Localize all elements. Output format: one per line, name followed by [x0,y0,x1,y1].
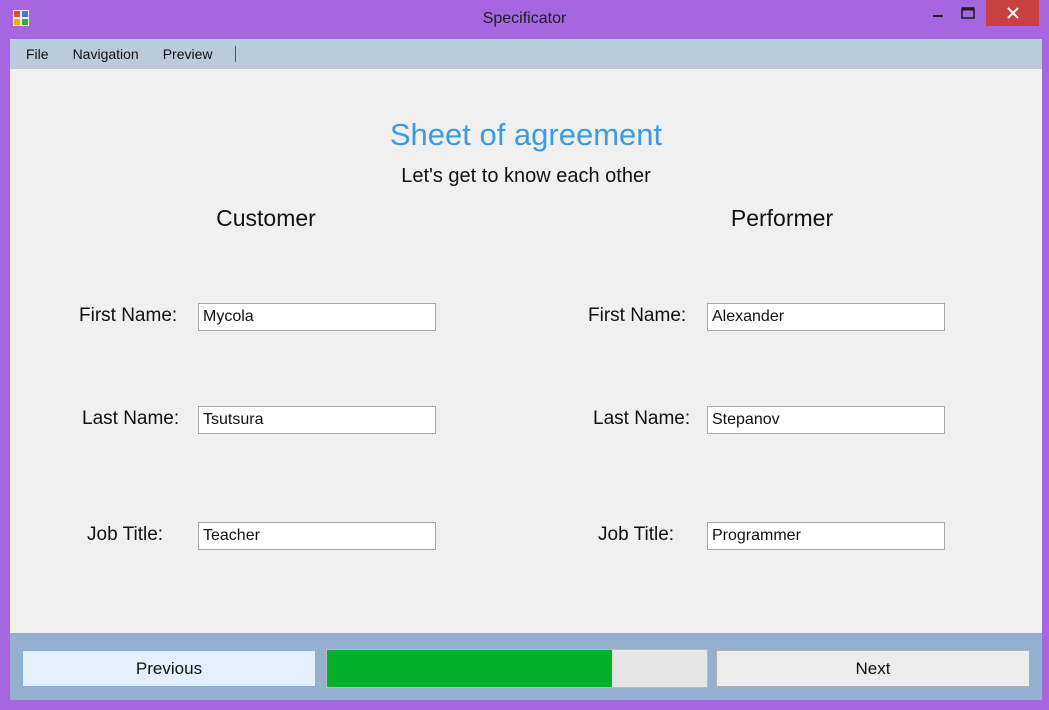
customer-job-title-label: Job Title: [87,524,164,545]
performer-first-name-label: First Name: [588,305,687,326]
next-button[interactable]: Next [716,650,1030,687]
page-subtitle: Let's get to know each other [401,165,651,187]
menu-preview[interactable]: Preview [151,46,225,62]
performer-first-name-field[interactable] [707,303,945,331]
menu-separator [234,46,236,62]
title-bar[interactable]: Specificator [0,0,1049,39]
menu-navigation[interactable]: Navigation [61,46,151,62]
navigation-bar: Previous Next [10,633,1042,700]
app-window: Specificator File Navigation Preview She… [0,0,1049,710]
performer-last-name-field[interactable] [707,406,945,434]
form-panel: Sheet of agreement Let's get to know eac… [10,69,1042,633]
minimize-button[interactable] [925,0,951,26]
menu-file[interactable]: File [10,46,61,62]
performer-job-title-field[interactable] [707,522,945,550]
maximize-button[interactable] [955,0,981,26]
close-icon [1006,7,1019,19]
performer-last-name-label: Last Name: [593,408,691,429]
customer-job-title-field[interactable] [198,522,436,550]
performer-job-title-label: Job Title: [598,524,675,545]
previous-button[interactable]: Previous [22,650,316,687]
customer-first-name-label: First Name: [79,305,178,326]
progress-fill [327,650,612,687]
customer-heading: Customer [216,205,316,231]
window-title: Specificator [482,10,567,27]
page-title: Sheet of agreement [389,117,663,152]
performer-heading: Performer [730,205,834,231]
customer-first-name-field[interactable] [198,303,436,331]
maximize-icon [961,7,975,19]
minimize-icon [933,15,943,17]
customer-last-name-label: Last Name: [82,408,180,429]
close-button[interactable] [986,0,1039,26]
customer-last-name-field[interactable] [198,406,436,434]
menu-bar: File Navigation Preview [10,39,1042,69]
progress-bar [326,649,708,688]
